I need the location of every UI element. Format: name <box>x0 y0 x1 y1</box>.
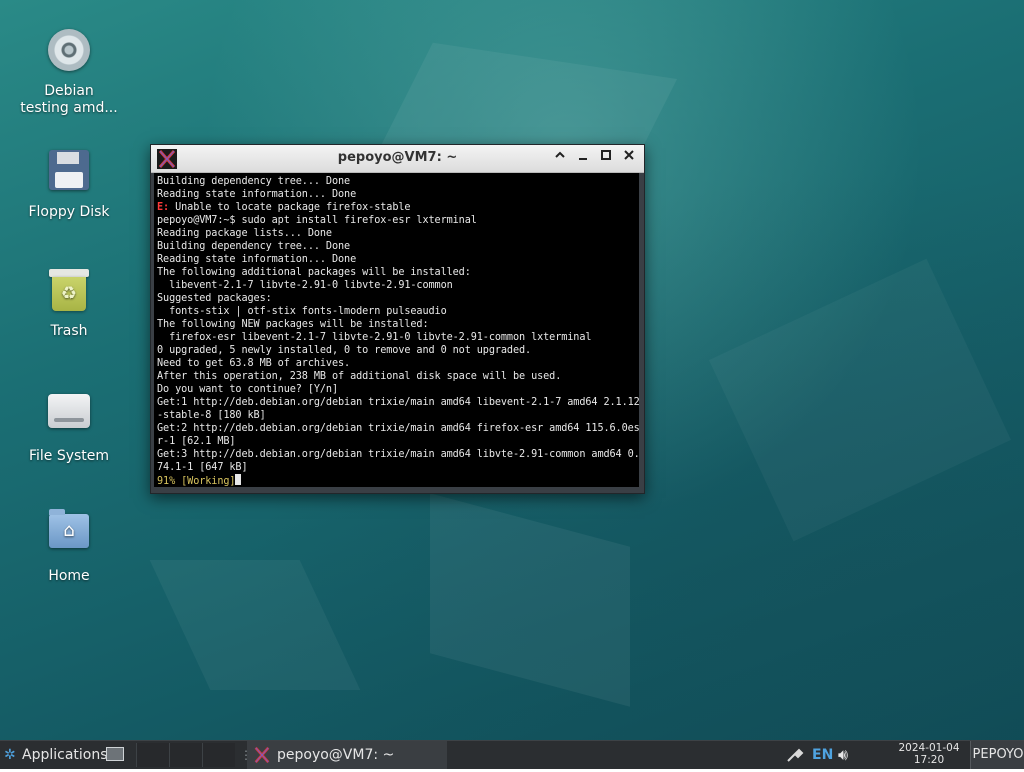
trash-icon: ♻ <box>45 269 93 317</box>
task-button-terminal[interactable]: pepoyo@VM7: ~ <box>247 741 447 769</box>
desktop-icon-debian-cd[interactable]: Debian testing amd... <box>14 26 124 117</box>
terminal-line: The following NEW packages will be insta… <box>157 319 429 330</box>
workspace-3[interactable] <box>202 743 235 767</box>
terminal-line: Reading package lists... Done <box>157 228 332 239</box>
desktop-icon-label: Floppy Disk <box>28 204 110 220</box>
terminal-line: Building dependency tree... Done <box>157 176 351 187</box>
keyboard-layout-indicator[interactable]: EN <box>812 741 833 769</box>
terminal-line: Suggested packages: <box>157 293 272 304</box>
xterm-icon <box>254 746 270 764</box>
terminal-line: libevent-2.1-7 libvte-2.91-0 libvte-2.91… <box>157 280 453 291</box>
terminal-line: Get:3 http://deb.debian.org/debian trixi… <box>157 449 639 460</box>
applications-label: Applications <box>22 747 108 763</box>
maximize-icon <box>601 150 611 160</box>
clock-time: 17:20 <box>913 754 945 766</box>
terminal-line: pepoyo@VM7:~$ sudo apt install firefox-e… <box>157 215 477 226</box>
terminal-line: Building dependency tree... Done <box>157 241 351 252</box>
volume-icon[interactable]: 🔊︎ <box>838 741 848 769</box>
desktop-icon-home[interactable]: ⌂ Home <box>14 506 124 585</box>
maximize-button[interactable] <box>597 149 615 167</box>
workspace-2[interactable] <box>169 743 202 767</box>
terminal-line: 74.1-1 [647 kB] <box>157 462 248 473</box>
minimize-icon <box>579 158 587 160</box>
desktop-icon-label: Trash <box>50 323 88 339</box>
terminal-line: Reading state information... Done <box>157 189 357 200</box>
floppy-icon <box>45 150 93 198</box>
terminal-window[interactable]: pepoyo@VM7: ~ Building dependency tree..… <box>150 144 645 494</box>
terminal-line: The following additional packages will b… <box>157 267 471 278</box>
show-desktop-button[interactable] <box>106 747 124 761</box>
terminal-line: After this operation, 238 MB of addition… <box>157 371 562 382</box>
desktop-icon-label: Home <box>48 568 90 584</box>
terminal-error-line: E: Unable to locate package firefox-stab… <box>157 201 639 214</box>
terminal-line: Need to get 63.8 MB of archives. <box>157 358 351 369</box>
applications-menu-button[interactable]: ✲ Applications <box>2 741 108 769</box>
wallpaper-facet <box>149 560 361 690</box>
text-cursor <box>235 474 242 485</box>
error-message: Unable to locate package firefox-stable <box>169 202 411 213</box>
user-menu-button[interactable]: PEPOYO <box>970 741 1024 769</box>
terminal-line: Get:1 http://deb.debian.org/debian trixi… <box>157 397 639 408</box>
xfce-logo-icon: ✲ <box>4 747 16 763</box>
network-cable-icon <box>787 748 804 762</box>
terminal-line: Get:2 http://deb.debian.org/debian trixi… <box>157 423 639 434</box>
desktop-icon-file-system[interactable]: File System <box>14 386 124 465</box>
network-icon[interactable] <box>786 741 804 769</box>
terminal-progress-line: 91% [Working] <box>157 474 639 487</box>
wallpaper-facet <box>430 493 630 707</box>
close-icon <box>624 150 634 160</box>
window-title: pepoyo@VM7: ~ <box>337 150 458 165</box>
close-button[interactable] <box>620 149 638 167</box>
minimize-button[interactable] <box>574 149 592 167</box>
error-prefix: E: <box>157 202 170 213</box>
home-folder-icon: ⌂ <box>45 509 93 562</box>
apt-progress: 91% [Working] <box>157 476 236 487</box>
chevron-up-icon <box>555 151 565 158</box>
desktop-background: Debian testing amd... Floppy Disk ♻ Tras… <box>0 0 1024 740</box>
terminal-line: firefox-esr libevent-2.1-7 libvte-2.91-0… <box>157 332 592 343</box>
task-label: pepoyo@VM7: ~ <box>277 747 395 763</box>
workspace-1[interactable] <box>136 743 169 767</box>
terminal-line: fonts-stix | otf-stix fonts-lmodern puls… <box>157 306 447 317</box>
terminal-line: r-1 [62.1 MB] <box>157 436 236 447</box>
window-titlebar[interactable]: pepoyo@VM7: ~ <box>151 145 644 173</box>
cd-icon <box>45 29 93 77</box>
desktop-icon-label: File System <box>28 448 110 464</box>
desktop-icon-label: Debian testing amd... <box>20 83 118 116</box>
tasklist-handle-icon[interactable]: ⋮ <box>240 741 252 769</box>
clock-date: 2024-01-04 <box>898 742 960 754</box>
taskbar: ✲ Applications ⋮ pepoyo@VM7: ~ EN 🔊︎ 202… <box>0 740 1024 769</box>
wallpaper-facet <box>708 258 1012 542</box>
terminal-line: -stable-8 [180 kB] <box>157 410 266 421</box>
shade-button[interactable] <box>551 149 569 167</box>
terminal-line: 0 upgraded, 5 newly installed, 0 to remo… <box>157 345 532 356</box>
terminal-line: Do you want to continue? [Y/n] <box>157 384 339 395</box>
desktop-icon-trash[interactable]: ♻ Trash <box>14 266 124 340</box>
terminal-output[interactable]: Building dependency tree... Done Reading… <box>154 173 639 487</box>
drive-icon <box>45 394 93 442</box>
clock[interactable]: 2024-01-04 17:20 <box>893 742 965 766</box>
desktop-icon-floppy-disk[interactable]: Floppy Disk <box>14 146 124 221</box>
terminal-line: Reading state information... Done <box>157 254 357 265</box>
